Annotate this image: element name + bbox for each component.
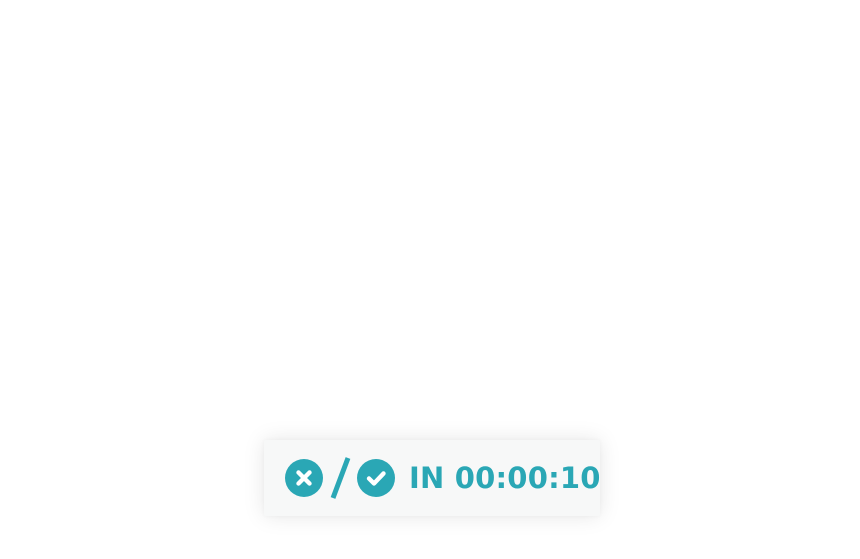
separator-slash xyxy=(328,455,352,501)
slash-glyph xyxy=(330,457,351,499)
page-canvas: IN 00:00:10 xyxy=(0,0,860,559)
check-glyph xyxy=(366,471,386,486)
close-glyph xyxy=(296,470,312,486)
close-circle-icon[interactable] xyxy=(285,459,323,497)
check-circle-icon[interactable] xyxy=(357,459,395,497)
countdown-text: IN 00:00:10 xyxy=(409,460,601,495)
countdown-status-pill: IN 00:00:10 xyxy=(264,440,600,516)
